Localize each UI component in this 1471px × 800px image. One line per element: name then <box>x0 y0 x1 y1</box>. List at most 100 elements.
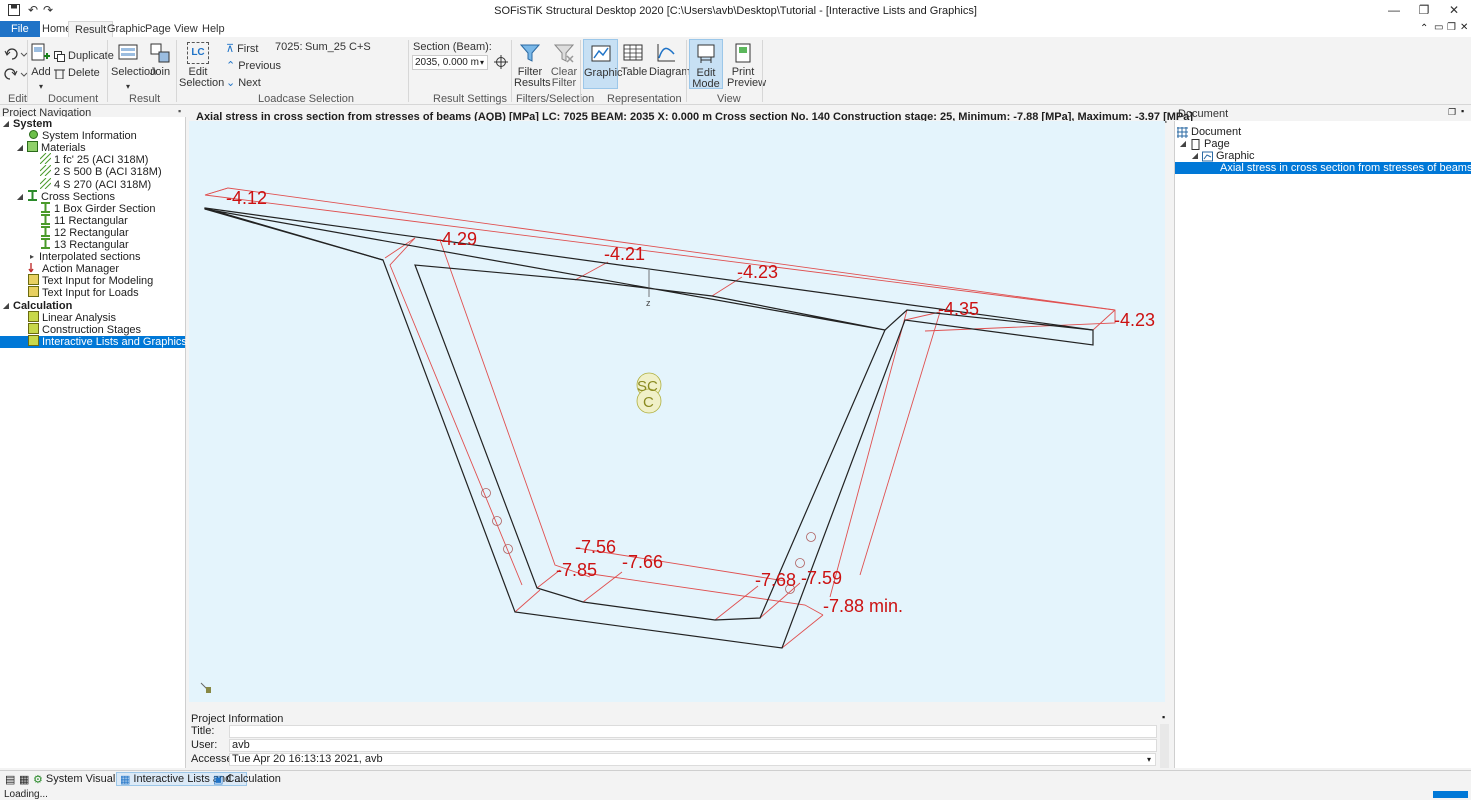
join-label: Join <box>149 66 171 78</box>
diagram-button[interactable]: Diagram <box>649 42 691 78</box>
title-field[interactable] <box>229 725 1157 738</box>
filter-results-button[interactable]: Filter Results <box>514 42 551 89</box>
print-preview-icon <box>735 43 751 63</box>
nav-item-label: Text Input for Loads <box>42 287 139 300</box>
nav-item-12-rectangular[interactable]: 12 Rectangular <box>40 225 129 239</box>
stress-label: -4.29 <box>436 229 477 249</box>
delete-button[interactable]: Delete <box>54 67 100 79</box>
pin-icon[interactable]: ▪ <box>178 106 181 116</box>
doc-tree-document[interactable]: Document <box>1177 126 1241 138</box>
join-icon <box>150 43 170 63</box>
group-label-filters: Filters/Selection <box>516 93 595 105</box>
graphic-button[interactable]: Graphic <box>583 39 623 89</box>
edit-selection-button[interactable]: LC Edit Selection <box>179 42 224 89</box>
user-field[interactable]: avb <box>229 739 1157 752</box>
user-row: User: avb <box>189 739 1171 752</box>
nav-item-13-rectangular[interactable]: 13 Rectangular <box>40 238 129 251</box>
nav-item-text-input-for-modeling[interactable]: Text Input for Modeling <box>28 274 153 287</box>
clear-filter-label-2: Filter <box>551 77 577 89</box>
lc-icon: LC <box>187 42 209 64</box>
nav-item-label: 2 S 500 B (ACI 318M) <box>54 166 162 179</box>
funnel-icon <box>519 44 541 62</box>
nav-item-interactive-lists-and-graphics[interactable]: Interactive Lists and Graphics <box>0 334 187 348</box>
expand-icon[interactable]: ◢ <box>2 118 10 130</box>
table-button[interactable]: Table <box>621 42 647 78</box>
duplicate-button[interactable]: Duplicate <box>54 50 114 62</box>
tab-help[interactable]: Help <box>196 21 231 38</box>
previous-button[interactable]: ⌃ Previous <box>226 59 281 73</box>
doc-tree-page[interactable]: ◢ Page <box>1179 138 1230 150</box>
minimize-icon[interactable]: — <box>1378 0 1410 20</box>
nav-item-4-s-270-aci-318m[interactable]: 4 S 270 (ACI 318M) <box>40 177 151 191</box>
title-label: Title: <box>191 725 215 737</box>
first-button[interactable]: ⊼ First <box>226 42 258 56</box>
graphic-canvas[interactable]: z SC C -4.12 -4.29 -4.21 -4.23 -4.35 -4.… <box>189 121 1165 702</box>
nav-item-label: Interactive Lists and Graphics <box>42 335 187 348</box>
tab-file[interactable]: File <box>0 21 40 38</box>
float-icon[interactable]: ❐ <box>1448 107 1456 118</box>
diagram-label: Diagram <box>649 66 691 78</box>
add-button[interactable]: Add ▾ <box>30 42 52 92</box>
close-icon[interactable]: ✕ <box>1438 0 1470 20</box>
pin-icon[interactable]: ▪ <box>1162 712 1165 722</box>
next-button[interactable]: ⌄ Next <box>226 76 261 90</box>
section-label: Section (Beam): <box>413 41 492 53</box>
nav-item-cross-sections[interactable]: ◢ Cross Sections <box>16 189 115 203</box>
nav-item-linear-analysis[interactable]: Linear Analysis <box>28 310 116 324</box>
collapse-ribbon-icon[interactable]: ⌃ <box>1420 23 1428 34</box>
section-value: 2035, 0.000 m <box>415 57 479 68</box>
selection-icon <box>118 44 138 60</box>
expand-icon[interactable]: ◢ <box>16 142 24 154</box>
edit-mode-button[interactable]: Edit Mode <box>689 39 723 90</box>
crosshair-icon[interactable] <box>494 55 508 72</box>
print-preview-button[interactable]: Print Preview <box>727 42 766 89</box>
group-label-document: Document <box>48 93 99 105</box>
doc-tree-graphic[interactable]: ◢ Graphic <box>1191 150 1255 162</box>
nav-item-label: Action Manager <box>42 263 120 276</box>
diagram-icon <box>657 44 675 62</box>
expand-icon[interactable]: ◢ <box>16 191 24 203</box>
group-separator <box>27 40 28 102</box>
next-label: Next <box>238 76 261 89</box>
doc-restore-icon[interactable]: ❐ <box>1447 22 1456 33</box>
doc-tree-axial-stress[interactable]: Axial stress in cross section from stres… <box>1175 162 1471 174</box>
stress-label: -7.59 <box>801 568 842 588</box>
doc-close-icon[interactable]: ✕ <box>1460 22 1468 33</box>
nav-item-label: 1 fc' 25 (ACI 318M) <box>54 154 149 167</box>
edit-mode-icon <box>697 44 715 63</box>
nav-item-1-box-girder-section[interactable]: 1 Box Girder Section <box>40 201 156 215</box>
chevron-down-icon: ▾ <box>125 82 130 91</box>
nav-item-action-manager[interactable]: Action Manager <box>28 263 119 275</box>
doc-minimize-icon[interactable]: ▭ <box>1434 22 1443 33</box>
delete-label: Delete <box>68 67 100 79</box>
accessed-row: Accessed: Tue Apr 20 16:13:13 2021, avb … <box>189 753 1171 766</box>
nav-item-construction-stages[interactable]: Construction Stages <box>28 322 141 336</box>
clear-filter-button[interactable]: Clear Filter <box>550 42 578 89</box>
pin-icon[interactable]: ▪ <box>1461 106 1464 116</box>
tab-calculation[interactable]: ▣ Calculation <box>210 772 284 786</box>
undo-dropdown-icon[interactable] <box>4 47 28 64</box>
nav-item-label: Cross Sections <box>41 190 115 203</box>
section-select[interactable]: 2035, 0.000 m ▾ <box>412 55 488 70</box>
stress-label: -7.85 <box>556 560 597 580</box>
nav-item-interpolated-sections[interactable]: ▸ Interpolated sections <box>28 251 141 263</box>
scrollbar[interactable] <box>1160 724 1169 768</box>
nav-item-2-s-500-b-aci-318m[interactable]: 2 S 500 B (ACI 318M) <box>40 165 162 179</box>
expand-icon[interactable]: ◢ <box>2 300 10 312</box>
accessed-field[interactable]: Tue Apr 20 16:13:13 2021, avb ▾ <box>229 753 1156 766</box>
restore-icon[interactable]: ❐ <box>1408 0 1440 20</box>
join-button[interactable]: Join <box>149 42 171 78</box>
redo-dropdown-icon[interactable] <box>4 67 28 84</box>
group-separator <box>580 40 581 102</box>
selection-button[interactable]: Selection ▾ <box>111 42 156 92</box>
expand-icon[interactable]: ◢ <box>1179 138 1187 150</box>
grid-icon <box>1177 126 1188 138</box>
table-icon: ▦ <box>120 773 131 786</box>
nav-item-text-input-for-loads[interactable]: Text Input for Loads <box>28 286 139 300</box>
expand-icon[interactable]: ◢ <box>1191 150 1199 162</box>
nav-item-1-fc-25-aci-318m[interactable]: 1 fc' 25 (ACI 318M) <box>40 153 149 167</box>
group-label-loadcase: Loadcase Selection <box>258 93 355 105</box>
nav-item-11-rectangular[interactable]: 11 Rectangular <box>40 213 128 227</box>
loadcase-name[interactable]: Sum_25 C+S <box>305 41 371 53</box>
nav-item-system-information[interactable]: System Information <box>28 130 137 142</box>
